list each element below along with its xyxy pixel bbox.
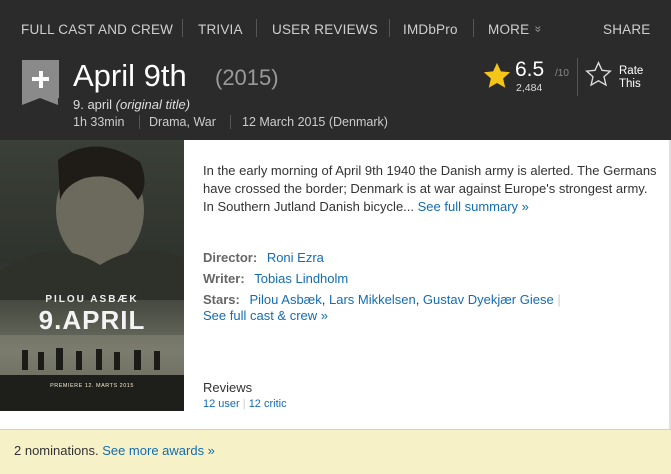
nav-share[interactable]: SHARE (603, 20, 651, 38)
critic-reviews-link[interactable]: 12 critic (249, 398, 287, 410)
nav-imdbpro[interactable]: IMDbPro (403, 20, 458, 38)
nav-trivia[interactable]: TRIVIA (198, 20, 243, 38)
chevron-down-icon: » (531, 25, 546, 33)
writer-link[interactable]: Tobias Lindholm (254, 271, 348, 286)
poster-title: 9.APRIL (38, 305, 146, 335)
user-reviews-link[interactable]: 12 user (203, 398, 240, 410)
comma: , (415, 292, 423, 307)
genres[interactable]: Drama, War (149, 114, 216, 130)
rate-this-button[interactable]: Rate This (619, 65, 643, 91)
add-to-watchlist-button[interactable] (22, 60, 59, 105)
star-link[interactable]: Lars Mikkelsen (329, 292, 416, 307)
ribbon-fold (22, 98, 58, 105)
rating-value: 6.5 (515, 58, 545, 81)
original-title-note: (original title) (115, 97, 191, 112)
nav-more-label: MORE (488, 21, 530, 37)
rating-max: /10 (555, 68, 569, 79)
full-cast-row: See full cast & crew » (203, 307, 328, 325)
star-outline-icon[interactable] (585, 61, 612, 88)
title-year[interactable]: (2015) (215, 64, 279, 92)
original-title: 9. april (original title) (73, 97, 190, 113)
rating-divider (577, 58, 578, 96)
see-full-summary-link[interactable]: See full summary » (418, 199, 529, 214)
nav-divider (182, 19, 183, 37)
nav-divider (256, 19, 257, 37)
page-title: April 9th (73, 58, 187, 93)
divider: | (557, 292, 561, 307)
rate-line-2: This (619, 78, 641, 90)
original-title-name: 9. april (73, 97, 113, 112)
movie-poster[interactable]: PILOU ASBÆK 9.APRIL PREMIERE 12. MARTS 2… (0, 140, 184, 411)
awards-bar: 2 nominations. See more awards » (0, 429, 671, 474)
nav-divider (389, 19, 390, 37)
director-label: Director: (203, 250, 258, 265)
rating-votes[interactable]: 2,484 (516, 82, 542, 94)
see-more-awards-link[interactable]: See more awards » (102, 443, 215, 458)
nav-full-cast[interactable]: FULL CAST AND CREW (21, 20, 173, 38)
director-credit: Director: Roni Ezra (203, 249, 324, 267)
stars-label: Stars: (203, 292, 240, 307)
rate-line-1: Rate (619, 65, 644, 77)
plot-summary: In the early morning of April 9th 1940 t… (203, 162, 658, 217)
awards-text: 2 nominations. See more awards » (14, 443, 215, 459)
writer-label: Writer: (203, 271, 245, 286)
see-full-cast-link[interactable]: See full cast & crew » (203, 308, 328, 323)
director-link[interactable]: Roni Ezra (267, 250, 324, 265)
reviews-links: 12 user | 12 critic (203, 398, 287, 410)
runtime: 1h 33min (73, 115, 125, 129)
poster-premiere: PREMIERE 12. MARTS 2015 (50, 383, 134, 389)
meta-divider (139, 115, 140, 129)
star-icon (483, 62, 511, 88)
plus-icon-stroke (38, 70, 43, 88)
reviews-heading: Reviews (203, 380, 253, 395)
nominations-count: 2 nominations. (14, 443, 99, 458)
star-link[interactable]: Gustav Dyekjær Giese (423, 292, 554, 307)
nav-more[interactable]: MORE » (488, 20, 546, 38)
comma: , (321, 292, 329, 307)
star-link[interactable]: Pilou Asbæk (249, 292, 321, 307)
nav-user-reviews[interactable]: USER REVIEWS (272, 20, 378, 38)
release-date[interactable]: 12 March 2015 (Denmark) (242, 114, 388, 130)
writer-credit: Writer: Tobias Lindholm (203, 270, 348, 288)
meta-divider (230, 115, 231, 129)
nav-divider (473, 19, 474, 37)
poster-artwork (0, 146, 184, 411)
poster-actor-name: PILOU ASBÆK (45, 294, 139, 305)
